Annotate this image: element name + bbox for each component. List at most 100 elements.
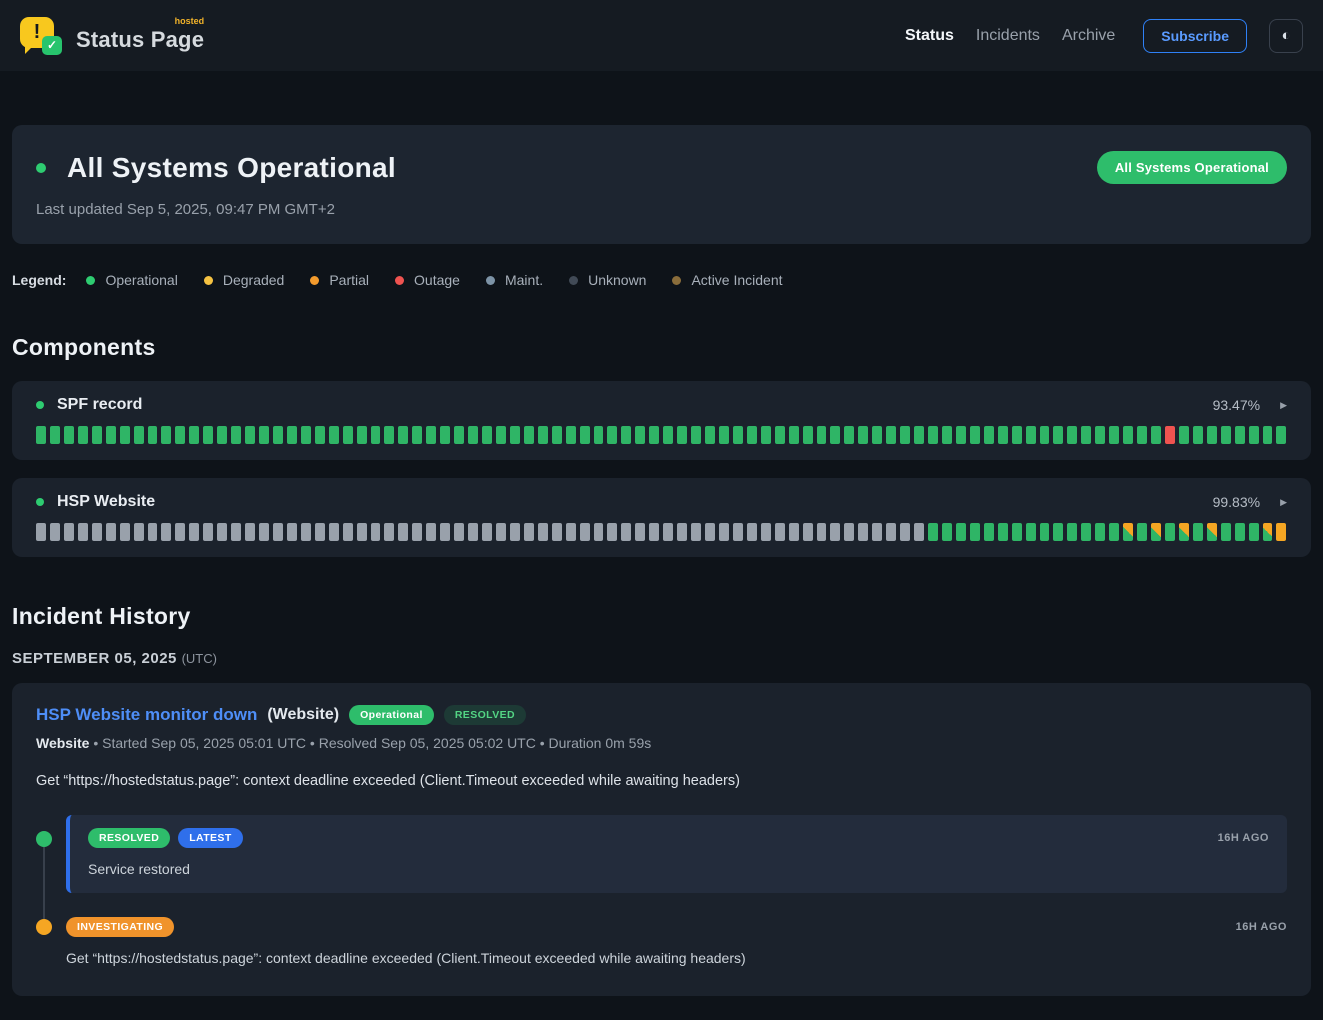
uptime-bar xyxy=(677,523,687,541)
components-list: SPF record 93.47% ▶ HSP Website 99.83% ▶ xyxy=(12,381,1311,557)
uptime-bar xyxy=(371,523,381,541)
legend-status-dot xyxy=(672,276,681,285)
incident-scope: (Website) xyxy=(267,706,339,724)
uptime-bar xyxy=(830,426,840,444)
uptime-bar xyxy=(524,523,534,541)
uptime-bar xyxy=(1207,523,1217,541)
uptime-bar xyxy=(1263,523,1273,541)
uptime-bar xyxy=(956,426,966,444)
theme-toggle-button[interactable]: ◐ xyxy=(1269,19,1303,53)
uptime-bar xyxy=(886,523,896,541)
uptime-bar xyxy=(454,426,464,444)
uptime-bar xyxy=(775,426,785,444)
uptime-bar xyxy=(426,426,436,444)
uptime-bar xyxy=(217,426,227,444)
uptime-bar xyxy=(803,523,813,541)
uptime-bar xyxy=(733,523,743,541)
uptime-bar xyxy=(1040,426,1050,444)
uptime-bar xyxy=(538,426,548,444)
uptime-bar xyxy=(426,523,436,541)
uptime-bar xyxy=(217,523,227,541)
uptime-bar xyxy=(175,523,185,541)
uptime-bar xyxy=(747,426,757,444)
legend-item: Partial xyxy=(310,272,369,288)
uptime-bar xyxy=(231,523,241,541)
uptime-bar xyxy=(1040,523,1050,541)
uptime-bar xyxy=(357,523,367,541)
uptime-bar xyxy=(733,426,743,444)
timeline-node xyxy=(36,831,52,847)
component-uptime-percentage: 99.83% xyxy=(1213,494,1260,510)
uptime-bar xyxy=(245,426,255,444)
uptime-bar xyxy=(134,523,144,541)
nav-link-incidents[interactable]: Incidents xyxy=(976,27,1040,45)
uptime-bar xyxy=(998,426,1008,444)
legend-item: Unknown xyxy=(569,272,646,288)
theme-icon: ◐ xyxy=(1281,27,1290,44)
uptime-bar xyxy=(329,523,339,541)
uptime-bar xyxy=(315,426,325,444)
uptime-bar xyxy=(287,426,297,444)
logo[interactable]: ! ✓ hosted Status Page xyxy=(20,17,204,55)
uptime-bar xyxy=(872,426,882,444)
uptime-bar xyxy=(621,426,631,444)
uptime-bar xyxy=(1095,426,1105,444)
uptime-bar xyxy=(161,523,171,541)
legend-item: Maint. xyxy=(486,272,543,288)
update-body: INVESTIGATING 16H AGO Get “https://hoste… xyxy=(66,917,1287,966)
nav-link-archive[interactable]: Archive xyxy=(1062,27,1115,45)
uptime-bar xyxy=(1053,523,1063,541)
uptime-bar xyxy=(1249,426,1259,444)
subscribe-button[interactable]: Subscribe xyxy=(1143,19,1247,53)
logo-wordmark: Status Page xyxy=(76,27,204,52)
uptime-bar xyxy=(956,523,966,541)
expand-arrow-icon[interactable]: ▶ xyxy=(1280,497,1287,508)
incident-list: HSP Website monitor down (Website) Opera… xyxy=(12,683,1311,996)
component-status-dot xyxy=(36,401,44,409)
update-badges: INVESTIGATING xyxy=(66,917,174,937)
expand-arrow-icon[interactable]: ▶ xyxy=(1280,400,1287,411)
uptime-bar xyxy=(621,523,631,541)
uptime-bar xyxy=(329,426,339,444)
uptime-bar xyxy=(552,523,562,541)
uptime-bar xyxy=(496,523,506,541)
uptime-bar xyxy=(1026,523,1036,541)
uptime-bar xyxy=(120,426,130,444)
legend-item-label: Unknown xyxy=(588,272,646,288)
legend-status-dot xyxy=(310,276,319,285)
nav-right: Status Incidents Archive Subscribe ◐ xyxy=(905,19,1303,53)
uptime-bar xyxy=(1235,523,1245,541)
incident-date-timezone: (UTC) xyxy=(182,651,217,666)
overall-status-title: All Systems Operational xyxy=(67,152,396,184)
uptime-bar xyxy=(175,426,185,444)
timeline-node xyxy=(36,919,52,935)
uptime-bar xyxy=(371,426,381,444)
uptime-bar xyxy=(844,426,854,444)
uptime-bar xyxy=(580,426,590,444)
uptime-bar xyxy=(1221,523,1231,541)
uptime-bar xyxy=(1081,426,1091,444)
uptime-bar xyxy=(78,426,88,444)
uptime-bar xyxy=(649,523,659,541)
uptime-bar xyxy=(747,523,757,541)
incident-date-heading: SEPTEMBER 05, 2025 (UTC) xyxy=(12,650,1311,667)
uptime-bar xyxy=(245,523,255,541)
uptime-bar xyxy=(259,523,269,541)
uptime-bar xyxy=(1095,523,1105,541)
components-heading: Components xyxy=(12,334,1311,361)
incident-meta-details: • Started Sep 05, 2025 05:01 UTC • Resol… xyxy=(93,735,651,751)
uptime-bar xyxy=(301,426,311,444)
legend-item: Operational xyxy=(86,272,177,288)
overall-status-badge: All Systems Operational xyxy=(1097,151,1287,184)
nav-link-status[interactable]: Status xyxy=(905,27,954,45)
incident-title-link[interactable]: HSP Website monitor down xyxy=(36,705,257,725)
uptime-bar xyxy=(50,523,60,541)
uptime-bar xyxy=(858,523,868,541)
uptime-bar xyxy=(440,426,450,444)
uptime-bar xyxy=(92,426,102,444)
uptime-bar xyxy=(189,523,199,541)
uptime-bar xyxy=(1137,426,1147,444)
uptime-bar xyxy=(1276,523,1286,541)
uptime-bar xyxy=(1081,523,1091,541)
incident-history-heading: Incident History xyxy=(12,603,1311,630)
